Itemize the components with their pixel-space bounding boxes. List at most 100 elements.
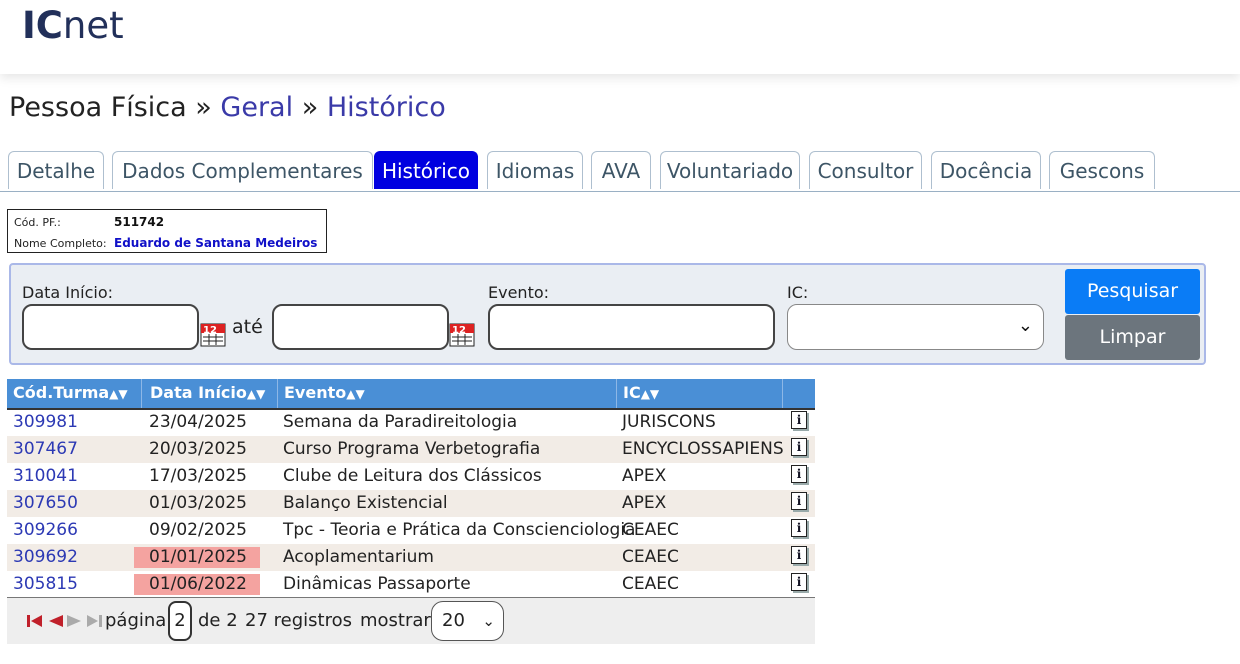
clear-button[interactable]: Limpar [1065,315,1200,360]
start-date: 01/01/2025 [149,547,247,567]
column-header-event[interactable]: Evento▲▼ [278,379,617,408]
column-header-code[interactable]: Cód.Turma▲▼ [7,379,142,408]
top-bar: ICnet [0,0,1240,74]
records-count: 27 registros [245,610,352,631]
event-input[interactable] [488,304,775,350]
breadcrumb-geral-link[interactable]: Geral [220,92,293,123]
breadcrumb-separator: » [301,92,319,123]
event-name: Curso Programa Verbetografia [283,439,541,459]
table-row[interactable]: 309266 09/02/2025 Tpc - Teoria e Prática… [7,517,815,544]
page-size-select[interactable]: 20 ⌄ [431,601,504,641]
ate-label: até [232,316,263,338]
start-date: 23/04/2025 [149,412,247,432]
chevron-down-icon: ⌄ [482,612,495,630]
page-total: de 2 [198,610,238,631]
first-page-icon[interactable] [27,615,42,627]
sort-arrows-icon[interactable]: ▲▼ [641,387,659,401]
ic-name: APEX [622,466,667,486]
tab-historico[interactable]: Histórico [374,151,478,189]
turma-code-link[interactable]: 310041 [13,463,78,490]
turma-code-link[interactable]: 309266 [13,517,78,544]
chevron-down-icon: ⌄ [1017,315,1033,336]
page-label: página [105,610,167,631]
tab-dados-complementares[interactable]: Dados Complementares [112,151,373,189]
info-icon[interactable]: i [791,573,807,591]
page-size-value: 20 [442,610,465,631]
turma-code-link[interactable]: 307467 [13,436,78,463]
date-start-label: Data Início: [22,283,114,302]
info-icon[interactable]: i [791,438,807,456]
pagination-bar: página 2 de 2 27 registros mostrar 20 ⌄ [7,597,815,644]
person-name-value: Eduardo de Santana Medeiros [114,236,318,250]
page-number-input[interactable]: 2 [168,601,192,641]
table-header: Cód.Turma▲▼ Data Início▲▼ Evento▲▼ IC▲▼ [7,379,815,410]
ic-name: JURISCONS [622,412,716,432]
show-label: mostrar [360,610,431,631]
ic-name: CEAEC [622,547,679,567]
tab-gescons[interactable]: Gescons [1049,151,1155,189]
table-row[interactable]: 309981 23/04/2025 Semana da Paradireitol… [7,409,815,436]
svg-text:12: 12 [203,325,217,336]
person-code-label: Cód. PF.: [14,216,61,229]
calendar-icon[interactable]: 12 [449,323,475,347]
event-name: Balanço Existencial [283,493,448,513]
person-name-label: Nome Completo: [14,237,107,250]
breadcrumb-separator: » [195,92,212,123]
person-name-row: Nome Completo: Eduardo de Santana Medeiro… [14,236,317,250]
event-label: Evento: [488,283,550,302]
event-name: Acoplamentarium [283,547,434,567]
table-row[interactable]: 305815 01/06/2022 Dinâmicas Passaporte C… [7,571,815,598]
calendar-icon[interactable]: 12 [200,323,226,347]
filter-panel: Data Início: 12 até 12 Evento: IC: ⌄ Pes… [9,263,1206,365]
table-row[interactable]: 309692 01/01/2025 Acoplamentarium CEAEC … [7,544,815,571]
next-page-icon[interactable] [67,615,81,627]
tab-consultor[interactable]: Consultor [809,151,922,189]
previous-page-icon[interactable] [49,615,63,627]
info-icon[interactable]: i [791,411,807,429]
table-row[interactable]: 307467 20/03/2025 Curso Programa Verbeto… [7,436,815,463]
info-icon[interactable]: i [791,519,807,537]
person-info-box: Cód. PF.: 511742 Nome Completo: Eduardo de… [7,209,327,253]
column-header-actions [783,379,815,408]
person-code-row: Cód. PF.: 511742 [14,215,164,229]
breadcrumb-root: Pessoa Física [9,92,187,123]
column-header-date[interactable]: Data Início▲▼ [144,379,278,408]
ic-name: CEAEC [622,520,679,540]
search-button[interactable]: Pesquisar [1065,269,1200,314]
table-row[interactable]: 310041 17/03/2025 Clube de Leitura dos C… [7,463,815,490]
tab-detalhe[interactable]: Detalhe [8,151,104,189]
info-icon[interactable]: i [791,492,807,510]
turma-code-link[interactable]: 305815 [13,571,78,598]
start-date: 01/06/2022 [149,574,247,594]
breadcrumb-current[interactable]: Histórico [327,92,446,123]
ic-name: CEAEC [622,574,679,594]
breadcrumb: Pessoa Física » Geral » Histórico [9,92,446,123]
start-date: 17/03/2025 [149,466,247,486]
tab-voluntariado[interactable]: Voluntariado [660,151,800,189]
ic-select[interactable]: ⌄ [787,304,1044,350]
last-page-icon[interactable] [87,615,102,627]
tab-ava[interactable]: AVA [591,151,651,189]
ic-label: IC: [787,283,809,302]
tab-divider [0,191,1240,192]
event-name: Clube de Leitura dos Clássicos [283,466,542,486]
turma-code-link[interactable]: 309981 [13,409,78,436]
date-start-input[interactable] [22,304,199,350]
sort-arrows-icon[interactable]: ▲▼ [109,387,127,401]
sort-arrows-icon[interactable]: ▲▼ [346,387,364,401]
column-header-ic[interactable]: IC▲▼ [617,379,783,408]
turma-code-link[interactable]: 307650 [13,490,78,517]
ic-name: ENCYCLOSSAPIENS [622,439,784,459]
date-end-input[interactable] [272,304,449,350]
sort-arrows-icon[interactable]: ▲▼ [247,387,265,401]
info-icon[interactable]: i [791,465,807,483]
tab-docencia[interactable]: Docência [931,151,1041,189]
event-name: Dinâmicas Passaporte [283,574,471,594]
turma-code-link[interactable]: 309692 [13,544,78,571]
icnet-logo[interactable]: ICnet [22,4,124,47]
start-date: 01/03/2025 [149,493,247,513]
pagination-nav [27,615,102,627]
info-icon[interactable]: i [791,546,807,564]
table-row[interactable]: 307650 01/03/2025 Balanço Existencial AP… [7,490,815,517]
tab-idiomas[interactable]: Idiomas [487,151,583,189]
